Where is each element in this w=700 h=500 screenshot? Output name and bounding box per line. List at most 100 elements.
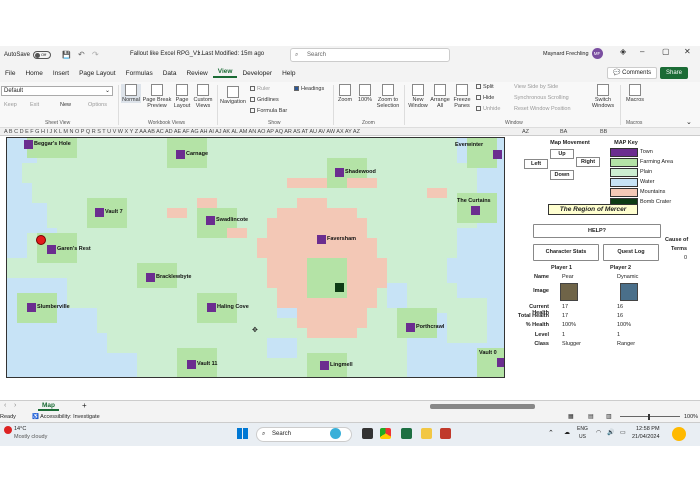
copilot-icon[interactable] bbox=[672, 427, 686, 441]
app-icon[interactable] bbox=[440, 428, 451, 439]
battery-icon[interactable]: ▭ bbox=[620, 429, 626, 436]
windows-start-icon[interactable] bbox=[237, 428, 248, 439]
diamond-icon[interactable]: ◈ bbox=[620, 47, 626, 56]
menu-page-layout[interactable]: Page Layout bbox=[74, 70, 121, 77]
normal-view-status-icon[interactable]: ▦ bbox=[568, 412, 574, 422]
new-sheet-view-button[interactable]: New bbox=[60, 102, 71, 108]
task-view-icon[interactable] bbox=[362, 428, 373, 439]
options-button[interactable]: Options bbox=[88, 102, 107, 108]
maximize-icon[interactable]: ▢ bbox=[662, 47, 670, 56]
move-right-button[interactable]: Right bbox=[576, 157, 600, 167]
zoom-100-button[interactable]: 100% bbox=[356, 84, 374, 103]
accessibility-status[interactable]: ♿ Accessibility: Investigate bbox=[32, 412, 100, 422]
chevron-down-icon[interactable]: ⌄ bbox=[686, 118, 692, 126]
sheet-view-select[interactable]: Default ⌄ bbox=[1, 86, 113, 96]
bomb-crater bbox=[335, 283, 344, 292]
synchronous-scrolling-button[interactable]: Synchronous Scrolling bbox=[514, 95, 569, 101]
worksheet[interactable]: Beggar's Hole Carnage Everwinter Shadewood V… bbox=[0, 136, 700, 400]
share-button[interactable]: Share bbox=[660, 67, 689, 79]
weather-temp[interactable]: 14°C bbox=[14, 426, 26, 432]
page-layout-button[interactable]: Page Layout bbox=[173, 84, 191, 109]
tab-map[interactable]: Map bbox=[38, 402, 59, 411]
gridlines-checkbox[interactable]: Gridlines bbox=[250, 97, 279, 103]
hide-button[interactable]: Hide bbox=[476, 95, 494, 101]
page-break-preview-button[interactable]: Page Break Preview bbox=[142, 84, 172, 109]
switch-windows-button[interactable]: Switch Windows bbox=[590, 84, 616, 109]
new-window-button[interactable]: New Window bbox=[408, 84, 428, 109]
menu-formulas[interactable]: Formulas bbox=[121, 70, 158, 77]
autosave-control[interactable]: AutoSave Off bbox=[4, 51, 52, 59]
page-break-status-icon[interactable]: ▥ bbox=[606, 412, 612, 422]
formula-bar-checkbox[interactable]: Formula Bar bbox=[250, 108, 287, 114]
headings-checkbox[interactable]: Headings bbox=[294, 86, 324, 92]
exit-button[interactable]: Exit bbox=[30, 102, 39, 108]
zoom-selection-button[interactable]: Zoom to Selection bbox=[376, 84, 400, 109]
search-input[interactable]: ⌕ Search bbox=[290, 48, 450, 62]
tab-next-icon[interactable]: › bbox=[14, 402, 16, 409]
horizontal-scrollbar[interactable] bbox=[430, 404, 535, 409]
macros-button[interactable]: Macros bbox=[624, 84, 646, 103]
clock-date[interactable]: 21/04/2024 bbox=[632, 434, 660, 440]
comments-button[interactable]: 💬 Comments bbox=[607, 67, 658, 79]
menu-file[interactable]: File bbox=[0, 70, 20, 77]
view-side-by-side-button[interactable]: View Side by Side bbox=[514, 84, 558, 90]
reset-window-position-button[interactable]: Reset Window Position bbox=[514, 106, 571, 112]
freeze-panes-button[interactable]: Freeze Panes bbox=[452, 84, 472, 109]
minimize-icon[interactable]: – bbox=[640, 47, 644, 56]
tab-prev-icon[interactable]: ‹ bbox=[4, 402, 6, 409]
zoom-slider-thumb[interactable] bbox=[648, 414, 650, 420]
clock-time[interactable]: 12:58 PM bbox=[636, 426, 660, 432]
file-explorer-icon[interactable] bbox=[421, 428, 432, 439]
arrange-all-button[interactable]: Arrange All bbox=[430, 84, 450, 109]
chevron-up-icon[interactable]: ⌃ bbox=[548, 429, 554, 437]
close-icon[interactable]: ✕ bbox=[684, 47, 691, 56]
navigation-button[interactable]: Navigation bbox=[219, 86, 247, 105]
language-indicator[interactable]: ENG bbox=[577, 426, 588, 432]
move-down-button[interactable]: Down bbox=[550, 170, 574, 180]
cause-label: Cause of bbox=[665, 237, 689, 243]
move-up-button[interactable]: Up bbox=[550, 149, 574, 159]
region-indicator[interactable]: US bbox=[579, 434, 586, 440]
last-modified[interactable]: • Last Modified: 15m ago bbox=[198, 51, 264, 57]
character-stats-button[interactable]: Character Stats bbox=[533, 244, 599, 261]
menu-data[interactable]: Data bbox=[158, 70, 182, 77]
move-left-button[interactable]: Left bbox=[524, 159, 548, 169]
help-button[interactable]: HELP? bbox=[533, 224, 661, 238]
town-label: Carnage bbox=[186, 151, 209, 157]
custom-views-button[interactable]: Custom Views bbox=[192, 84, 214, 109]
map-movement-title: Map Movement bbox=[550, 140, 590, 146]
onedrive-icon[interactable]: ☁ bbox=[564, 429, 570, 436]
menu-help[interactable]: Help bbox=[277, 70, 300, 77]
menu-insert[interactable]: Insert bbox=[48, 70, 74, 77]
stat-label: Name bbox=[534, 274, 549, 280]
up-label: Up bbox=[558, 151, 566, 157]
menu-home[interactable]: Home bbox=[20, 70, 47, 77]
user-account[interactable]: Maynard Frechling MF bbox=[543, 48, 603, 59]
column-headers[interactable]: A B C D E F G H I J K L M N O P Q R S T … bbox=[0, 128, 700, 136]
zoom-slider[interactable] bbox=[620, 416, 680, 417]
volume-icon[interactable]: 🔊 bbox=[607, 429, 614, 436]
quest-log-button[interactable]: Quest Log bbox=[603, 244, 659, 261]
keep-button[interactable]: Keep bbox=[4, 102, 17, 108]
ruler-checkbox[interactable]: Ruler bbox=[250, 86, 270, 92]
add-sheet-icon[interactable]: + bbox=[82, 401, 87, 410]
zoom-percent[interactable]: 100% bbox=[684, 412, 698, 422]
redo-icon[interactable]: ↷ bbox=[92, 50, 99, 59]
widget-icon[interactable] bbox=[330, 428, 341, 439]
normal-view-button[interactable]: Normal bbox=[121, 84, 141, 103]
wifi-icon[interactable]: ◠ bbox=[596, 429, 601, 436]
zoom-button[interactable]: Zoom bbox=[337, 84, 353, 103]
split-button[interactable]: Split bbox=[476, 84, 494, 90]
undo-icon[interactable]: ↶ bbox=[78, 50, 85, 59]
unhide-button[interactable]: Unhide bbox=[476, 106, 500, 112]
chrome-icon[interactable] bbox=[380, 428, 391, 439]
autosave-toggle[interactable]: Off bbox=[33, 51, 52, 59]
page-layout-status-icon[interactable]: ▤ bbox=[588, 412, 594, 422]
menu-view[interactable]: View bbox=[212, 68, 238, 78]
weather-text[interactable]: Mostly cloudy bbox=[14, 434, 47, 440]
menu-review[interactable]: Review bbox=[181, 70, 212, 77]
save-icon[interactable]: 💾 bbox=[62, 51, 71, 59]
zoom-100-icon bbox=[359, 84, 371, 96]
menu-developer[interactable]: Developer bbox=[237, 70, 277, 77]
excel-icon[interactable] bbox=[401, 428, 412, 439]
